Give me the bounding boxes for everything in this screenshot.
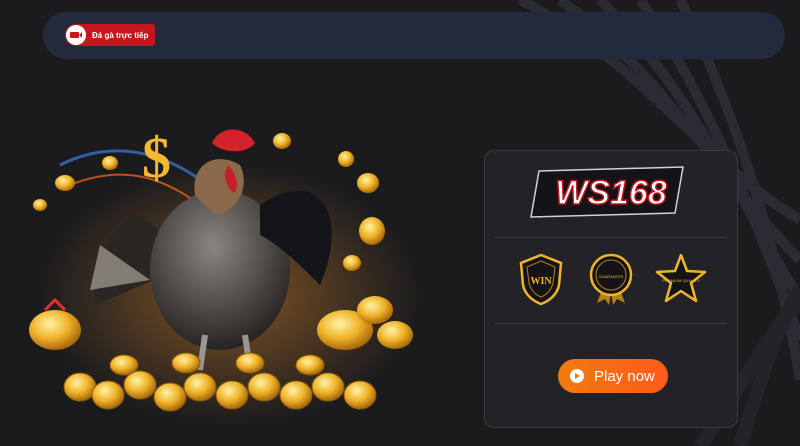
ws168-logo: WS168 [530,166,684,218]
guarantee-seal-icon: GUARANTEE [589,253,633,305]
live-cockfight-tag[interactable]: Đá gà trực tiếp [65,24,155,46]
guarantee-text: GUARANTEE [599,274,624,279]
play-now-label: Play now [594,367,655,385]
card-divider [495,237,727,238]
rooster-hero-image: $ [29,125,420,425]
play-now-button[interactable]: Play now [558,359,668,393]
live-icon [66,25,86,45]
win-shield-icon: WIN [519,253,563,306]
logo-text: WS168 [555,174,667,212]
svg-text:$: $ [142,125,171,190]
tag-label: Đá gà trực tiếp [92,30,149,40]
win-text: WIN [530,276,552,287]
card-divider [495,323,727,324]
top-bar: Đá gà trực tiếp [43,12,785,59]
premium-quality-star-icon: PREMIUM QUALITY [655,253,707,303]
brand-card: WS168 WIN GUARANTEE PREMIUM QUALITY Play… [484,150,738,428]
play-icon [570,369,584,383]
premium-quality-text: PREMIUM QUALITY [662,278,699,283]
